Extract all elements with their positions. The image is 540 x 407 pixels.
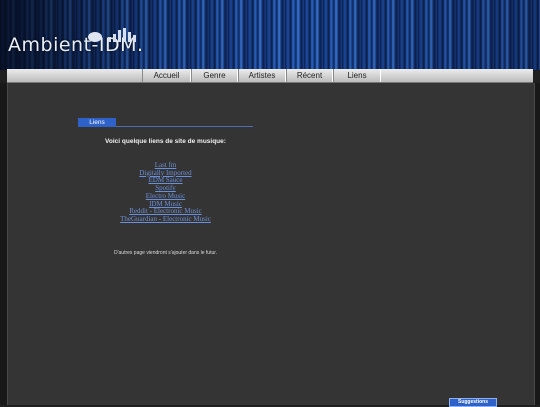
future-note: D'autres page viendront s'ajouter dans l…: [113, 250, 218, 256]
nav-item-accueil[interactable]: Accueil: [142, 69, 191, 82]
suggestions-button[interactable]: Suggestions: [449, 398, 497, 407]
nav-item-recent[interactable]: Récent: [286, 69, 333, 82]
main-content: Liens Voici quelque liens de site de mus…: [7, 83, 535, 407]
section-tab-bar: Liens: [78, 118, 253, 128]
links-list: Last fm Digitally Imported EDM Sauce Spo…: [78, 161, 253, 224]
tab-liens[interactable]: Liens: [78, 118, 116, 127]
site-logo[interactable]: Ambient-IDM.: [8, 28, 144, 56]
nav-item-genre[interactable]: Genre: [191, 69, 238, 82]
nav-item-artistes[interactable]: Artistes: [238, 69, 286, 82]
main-nav: Accueil Genre Artistes Récent Liens: [7, 69, 533, 83]
equalizer-icon: [108, 28, 136, 42]
intro-text: Voici quelque liens de site de musique:: [105, 138, 226, 145]
link-guardian-electronic[interactable]: TheGuardian - Electronic Music: [78, 215, 253, 224]
left-margin: [0, 83, 7, 405]
disc-icon: [88, 32, 102, 42]
tab-divider: [116, 126, 253, 127]
nav-item-liens[interactable]: Liens: [333, 69, 381, 82]
